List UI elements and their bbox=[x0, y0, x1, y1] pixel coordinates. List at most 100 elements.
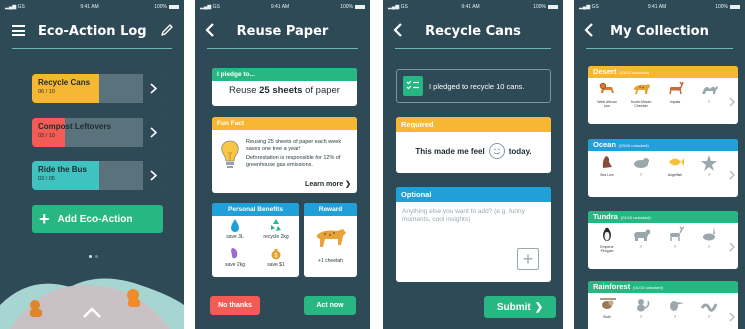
screen-my-collection: ▂▄▆ GS 9:41 AM 100% My Collection Desert… bbox=[574, 0, 745, 329]
page-title: Eco-Action Log bbox=[38, 23, 147, 39]
chevron-right-icon[interactable] bbox=[143, 74, 163, 103]
animal-slot[interactable]: Sea Lion bbox=[595, 154, 620, 177]
animal-name: ? bbox=[674, 315, 676, 319]
svg-text:$: $ bbox=[274, 252, 278, 259]
plus-icon: + bbox=[39, 209, 50, 229]
chevron-left-icon[interactable] bbox=[584, 22, 594, 38]
act-now-button[interactable]: Act now bbox=[304, 296, 356, 315]
add-photo-icon[interactable]: + bbox=[517, 248, 539, 270]
benefit-co2: save 2kg bbox=[215, 246, 255, 268]
biome-header: Tundra (01/10 unlocked) bbox=[588, 211, 738, 223]
notes-input[interactable]: Anything else you want to add? (e.g. fun… bbox=[396, 202, 551, 230]
chevron-right-icon[interactable] bbox=[729, 309, 735, 327]
carrier: ▂▄▆ GS bbox=[579, 4, 599, 10]
animal-icon bbox=[600, 298, 616, 309]
biome-header: Rainforest (01/10 unlocked) bbox=[588, 281, 738, 293]
animal-name: ? bbox=[674, 245, 676, 249]
animal-slot[interactable]: ? bbox=[697, 296, 722, 319]
chevron-left-icon[interactable] bbox=[205, 22, 215, 38]
animal-slot[interactable]: ? bbox=[697, 81, 722, 108]
optional-header: Optional bbox=[396, 187, 551, 202]
action-compost-leftovers[interactable]: Compost Leftovers 03 / 10 bbox=[32, 118, 163, 147]
landscape-illustration bbox=[0, 278, 184, 329]
animal-slot[interactable]: ? bbox=[629, 154, 654, 177]
battery: 100% bbox=[533, 4, 558, 10]
reward-text: +1 cheetah bbox=[318, 258, 343, 264]
animal-icon bbox=[669, 158, 684, 166]
animal-slot[interactable]: ? bbox=[663, 296, 688, 319]
biome-unlocked-count: (03/10 unlocked) bbox=[619, 70, 650, 75]
page-title: Reuse Paper bbox=[236, 23, 329, 39]
animal-name: ? bbox=[708, 173, 710, 177]
learn-more-link[interactable]: Learn more ❯ bbox=[305, 180, 351, 188]
clock: 9:41 AM bbox=[461, 4, 480, 10]
biome-card-ocean[interactable]: Ocean (03/10 unlocked) Sea Lion? Angelfish? bbox=[588, 139, 738, 197]
animal-slot[interactable]: Impala bbox=[663, 81, 688, 108]
biome-unlocked-count: (01/10 unlocked) bbox=[620, 215, 651, 220]
screen-reuse-paper: ▂▄▆ GS 9:41 AM 100% Reuse Paper I pledge… bbox=[195, 0, 370, 329]
animal-row: West African Lion South African Cheetah Im… bbox=[588, 78, 738, 108]
animal-name: ? bbox=[640, 315, 642, 319]
animal-slot[interactable]: ? bbox=[629, 226, 654, 253]
animal-name: ? bbox=[640, 245, 642, 249]
animal-icon bbox=[633, 84, 650, 94]
header-divider bbox=[586, 48, 733, 49]
action-label: Ride the Bus bbox=[38, 165, 87, 174]
animal-slot[interactable]: Sloth bbox=[595, 296, 620, 319]
pledge-text[interactable]: Reuse 25 sheets of paper bbox=[212, 81, 357, 96]
screens-stage: ▂▄▆ GS 9:41 AM 100% Eco-Action Log Recyc… bbox=[0, 0, 745, 329]
smiley-picker-icon[interactable] bbox=[488, 143, 505, 159]
animal-slot[interactable]: Angelfish bbox=[663, 154, 688, 177]
locked-animal-icon bbox=[670, 301, 684, 311]
locked-animal-icon bbox=[703, 227, 715, 241]
animal-slot[interactable]: Emperor Penguin bbox=[595, 226, 620, 253]
animal-slot[interactable]: ? bbox=[629, 296, 654, 319]
benefit-money: $ save $1 bbox=[256, 246, 296, 268]
add-eco-action-button[interactable]: + Add Eco-Action bbox=[32, 205, 163, 233]
chevron-right-icon[interactable] bbox=[143, 118, 163, 147]
benefits-header: Personal Benefits bbox=[212, 203, 299, 216]
action-recycle-cans[interactable]: Recycle Cans 06 / 10 bbox=[32, 74, 163, 103]
page-dot[interactable] bbox=[95, 255, 98, 258]
action-label: Recycle Cans bbox=[38, 78, 91, 87]
add-label: Add Eco-Action bbox=[57, 213, 133, 225]
animal-name: South African Cheetah bbox=[630, 100, 652, 108]
pledge-card[interactable]: I pledge to... Reuse 25 sheets of paper bbox=[212, 68, 357, 106]
status-bar: ▂▄▆ GS 9:41 AM 100% bbox=[574, 0, 745, 14]
animal-slot[interactable]: West African Lion bbox=[595, 81, 620, 108]
screen-eco-action-log: ▂▄▆ GS 9:41 AM 100% Eco-Action Log Recyc… bbox=[0, 0, 184, 329]
menu-icon[interactable] bbox=[12, 25, 25, 36]
pledge-amount: 25 sheets bbox=[259, 85, 303, 96]
animal-slot[interactable]: ? bbox=[697, 226, 722, 253]
no-thanks-button[interactable]: No thanks bbox=[210, 296, 260, 315]
action-ride-the-bus[interactable]: Ride the Bus 03 / 05 bbox=[32, 161, 163, 190]
feeling-row: This made me feel today. bbox=[396, 132, 551, 170]
chevron-left-icon[interactable] bbox=[393, 22, 403, 38]
page-dots[interactable] bbox=[89, 255, 98, 258]
header: Recycle Cans bbox=[383, 14, 563, 48]
biome-card-rainforest[interactable]: Rainforest (01/10 unlocked) Sloth??? bbox=[588, 281, 738, 329]
money-bag-icon: $ bbox=[271, 249, 281, 260]
footprint-icon bbox=[231, 248, 238, 259]
header-divider bbox=[207, 48, 358, 49]
chevron-right-icon[interactable] bbox=[729, 167, 735, 185]
animal-slot[interactable]: ? bbox=[697, 154, 722, 177]
animal-slot[interactable]: ? bbox=[663, 226, 688, 253]
action-count: 06 / 10 bbox=[38, 89, 55, 95]
chevron-right-icon[interactable] bbox=[729, 239, 735, 257]
pencil-icon[interactable] bbox=[160, 23, 174, 37]
locked-animal-icon bbox=[634, 158, 649, 168]
header: My Collection bbox=[574, 14, 745, 48]
biome-name: Desert bbox=[593, 67, 617, 76]
animal-icon bbox=[603, 227, 611, 241]
submit-button[interactable]: Submit ❯ bbox=[484, 296, 556, 318]
required-card: Required This made me feel today. bbox=[396, 117, 551, 173]
chevron-right-icon[interactable] bbox=[729, 94, 735, 112]
biome-card-tundra[interactable]: Tundra (01/10 unlocked) Emperor Penguin??? bbox=[588, 211, 738, 269]
status-bar: ▂▄▆ GS 9:41 AM 100% bbox=[0, 0, 184, 14]
biome-card-desert[interactable]: Desert (03/10 unlocked) West African Lion S… bbox=[588, 66, 738, 124]
animal-row: Emperor Penguin??? bbox=[588, 223, 738, 253]
animal-slot[interactable]: South African Cheetah bbox=[629, 81, 654, 108]
page-dot[interactable] bbox=[89, 255, 92, 258]
chevron-right-icon[interactable] bbox=[143, 161, 163, 190]
